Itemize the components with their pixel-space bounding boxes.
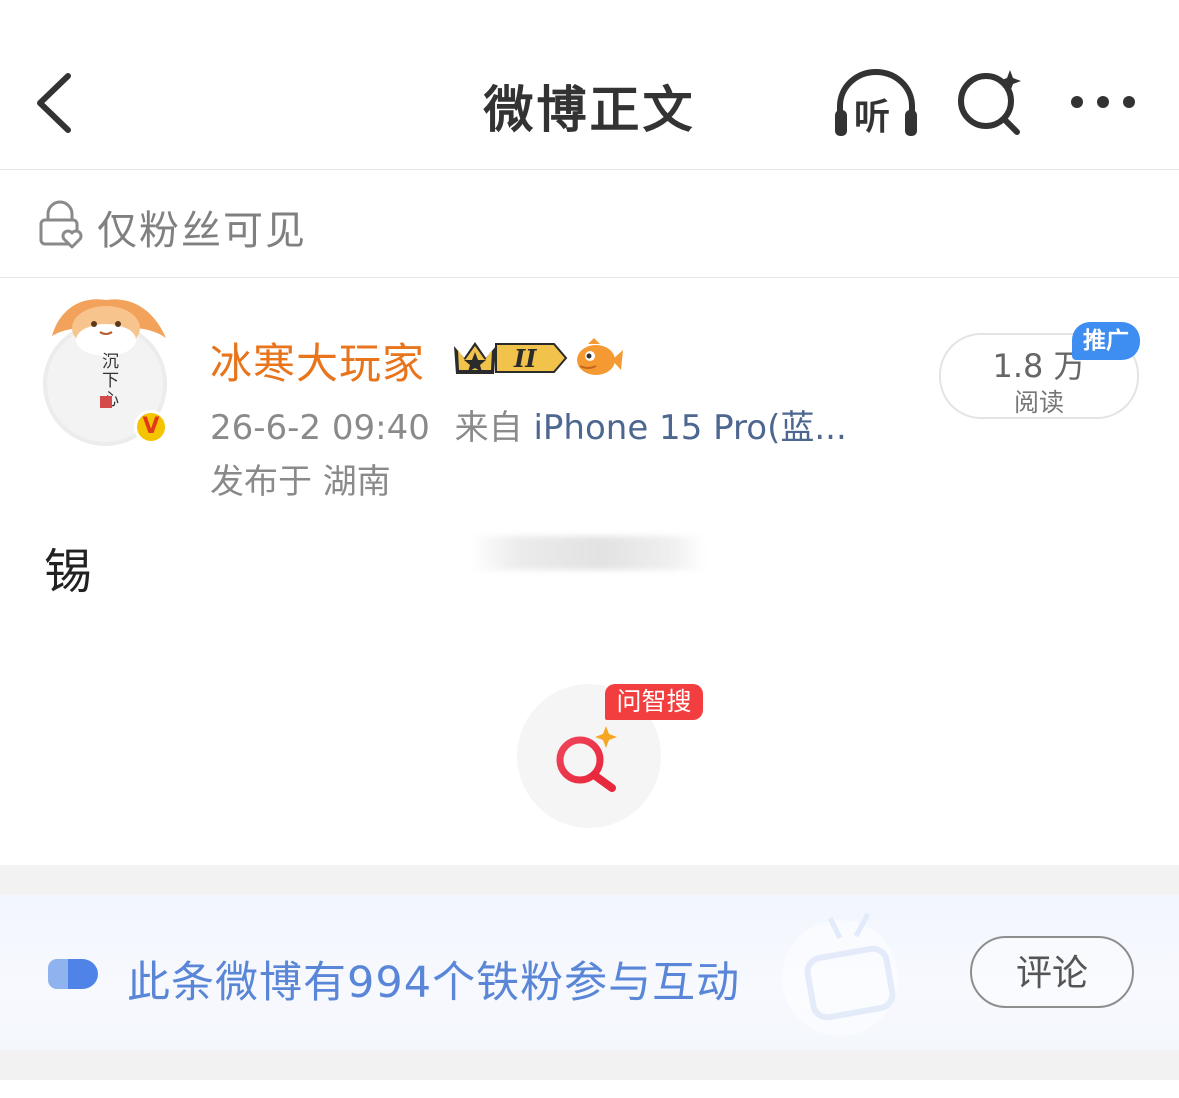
ask-search-icon [556,726,617,792]
crown-icon [454,342,568,374]
post-source-link[interactable]: iPhone 15 Pro(蓝... [533,408,846,448]
read-label: 阅读 [1013,388,1064,417]
lock-heart-icon [39,200,83,249]
ai-search-icon[interactable] [955,66,1025,136]
post-timestamp: 26-6-2 09:40 [210,408,430,448]
iron-fan-icon [48,959,98,989]
member-level-badge[interactable]: II [450,336,568,380]
tv-decoration-icon [782,912,898,1036]
post-location: 发布于 湖南 [210,462,391,502]
level-label: II [514,344,537,373]
comment-button[interactable]: 评论 [970,936,1134,1008]
bottom-area [0,1080,1179,1098]
listen-label: 听 [854,97,891,138]
ask-search-badge[interactable]: 问智搜 [605,684,703,720]
fish-badge-icon[interactable] [574,336,624,380]
section-divider [0,865,1179,895]
post-content: 锡 [44,544,93,600]
listen-button[interactable]: 听 [832,66,920,138]
author-name[interactable]: 冰寒大玩家 [210,330,425,391]
source-prefix: 来自 [454,408,523,448]
promote-badge[interactable]: 推广 [1072,322,1140,360]
avatar[interactable]: 沉下心 V [42,296,172,446]
post-meta: 26-6-2 09:40 来自 iPhone 15 Pro(蓝... [210,400,847,449]
verified-badge: V [134,410,168,444]
blurred-content [470,536,706,570]
avatar-seal [100,396,112,408]
fan-interaction-text[interactable]: 此条微博有994个铁粉参与互动 [127,948,740,1010]
visibility-label: 仅粉丝可见 [97,208,307,254]
section-divider [0,1050,1179,1080]
more-dots-icon[interactable] [1065,84,1145,120]
